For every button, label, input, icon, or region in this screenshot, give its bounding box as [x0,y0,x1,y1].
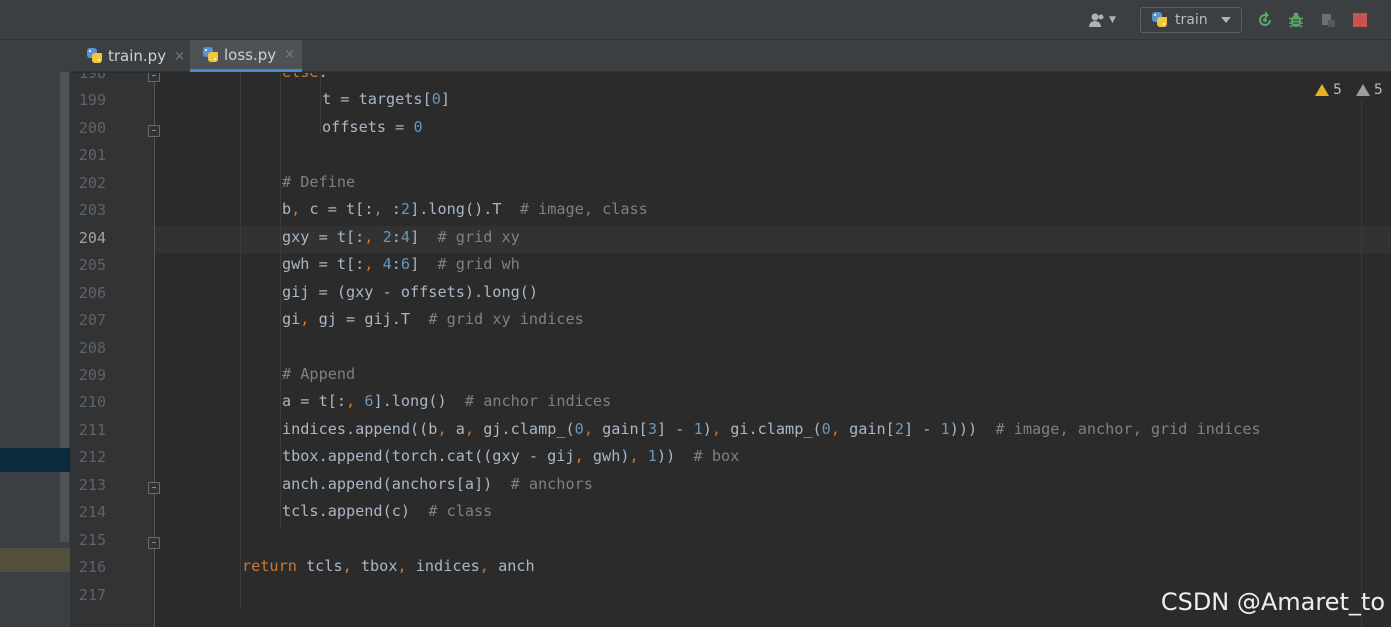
weak-warning-count: 5 [1373,82,1383,98]
tab-label: train.py [108,47,167,65]
warning-icon [1315,84,1329,96]
line-number[interactable]: 207 [70,311,106,329]
fold-marker-icon[interactable] [148,481,160,494]
code-line[interactable]: tcls.append(c) # class [282,502,492,520]
line-number[interactable]: 212 [70,448,106,466]
code-line[interactable]: gij = (gxy - offsets).long() [282,283,538,301]
code-line[interactable]: indices.append((b, a, gj.clamp_(0, gain[… [282,420,1261,438]
code-line[interactable]: a = t[:, 6].long() # anchor indices [282,392,611,410]
weak-warning-icon [1355,84,1370,96]
inspection-widget[interactable]: 5 5 [1315,79,1383,101]
line-number[interactable]: 202 [70,174,106,192]
line-number[interactable]: 216 [70,558,106,576]
line-number[interactable]: 208 [70,339,106,357]
tab-label: loss.py [224,45,277,64]
line-number[interactable]: 211 [70,421,106,439]
highlighted-tree-row[interactable] [0,548,70,572]
fold-marker-icon[interactable] [148,73,160,82]
run-configuration-dropdown[interactable]: train [1140,7,1242,33]
line-number[interactable]: 201 [70,146,106,164]
stop-icon[interactable] [1349,8,1371,32]
line-number[interactable]: 210 [70,393,106,411]
indent-guide [240,73,241,608]
close-icon[interactable]: × [284,47,295,62]
code-line[interactable]: # Define [282,173,355,191]
indent-guide [280,73,281,528]
warning-count: 5 [1333,82,1342,98]
line-number[interactable]: 209 [70,366,106,384]
close-icon[interactable]: × [174,49,185,64]
code-line[interactable]: gi, gj = gij.T # grid xy indices [282,310,584,328]
tab-train-py[interactable]: train.py × [74,40,188,72]
attach-debugger-icon[interactable] [1317,8,1339,32]
line-number[interactable]: 205 [70,256,106,274]
line-number[interactable]: 217 [70,586,106,604]
line-number[interactable]: 215 [70,531,106,549]
code-line[interactable]: t = targets[0] [322,90,450,108]
code-editor[interactable]: 198 else: 199 t = targets[0] 200 offsets = 0 2… [70,73,1391,627]
line-number[interactable]: 213 [70,476,106,494]
tab-loss-py[interactable]: loss.py × [190,40,302,72]
rerun-icon[interactable] [1254,8,1276,32]
code-line[interactable]: return tcls, tbox, indices, anch [242,557,535,575]
line-number[interactable]: 203 [70,201,106,219]
code-line[interactable]: gxy = t[:, 2:4] # grid xy [282,228,520,246]
code-line[interactable]: anch.append(anchors[a]) # anchors [282,475,593,493]
chevron-down-icon: ▼ [1109,15,1116,25]
editor-right-margin [1361,100,1362,627]
python-file-icon [86,47,104,65]
code-line[interactable]: else: [282,73,328,81]
code-line[interactable]: # Append [282,365,355,383]
selected-tree-row[interactable] [0,448,70,472]
line-number[interactable]: 198 [70,73,106,82]
line-number[interactable]: 199 [70,91,106,109]
user-icon[interactable]: ▼ [1084,8,1120,32]
line-number[interactable]: 206 [70,284,106,302]
fold-marker-icon[interactable] [148,536,160,549]
line-number[interactable]: 204 [70,229,106,247]
top-toolbar: ▼ train [0,0,1391,40]
debug-icon[interactable] [1285,8,1307,32]
chevron-down-icon [1221,17,1231,23]
code-line[interactable]: gwh = t[:, 4:6] # grid wh [282,255,520,273]
code-line[interactable]: tbox.append(torch.cat((gxy - gij, gwh), … [282,447,739,465]
editor-tab-bar: ⚙ train.py × loss.py × [0,40,1391,72]
watermark: CSDN @Amaret_to [1160,588,1385,616]
fold-marker-icon[interactable] [148,124,160,137]
run-config-label: train [1175,12,1208,28]
code-line[interactable]: offsets = 0 [322,118,423,136]
python-icon [1151,11,1169,29]
code-line[interactable]: b, c = t[:, :2].long().T # image, class [282,200,648,218]
line-number[interactable]: 200 [70,119,106,137]
indent-guide [320,73,321,133]
line-number[interactable]: 214 [70,503,106,521]
python-file-icon [202,46,220,64]
